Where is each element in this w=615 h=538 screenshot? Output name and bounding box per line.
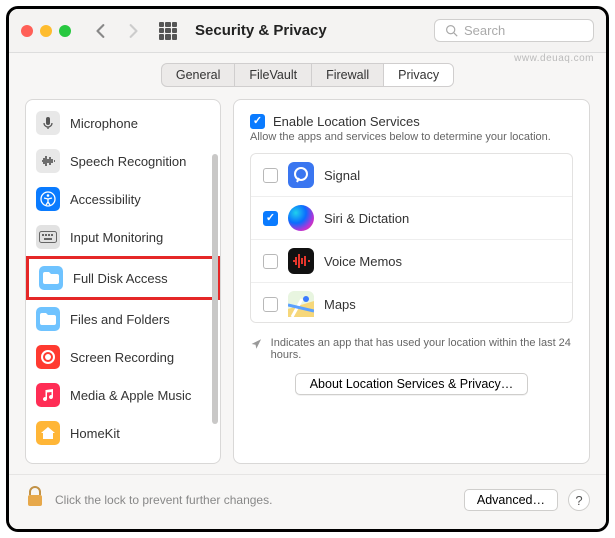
enable-location-help: Allow the apps and services below to det… bbox=[250, 131, 573, 143]
detail-pane: Enable Location Services Allow the apps … bbox=[233, 99, 590, 464]
app-icon-maps bbox=[288, 291, 314, 317]
app-list: Signal Siri & Dictation Voice Memos Maps bbox=[250, 153, 573, 323]
app-label: Signal bbox=[324, 168, 360, 183]
privacy-sidebar: Microphone Speech Recognition Accessibilit… bbox=[25, 99, 221, 464]
sidebar-item-label: Speech Recognition bbox=[70, 154, 186, 169]
enable-location-checkbox[interactable] bbox=[250, 114, 265, 129]
sidebar-scrollbar[interactable] bbox=[212, 154, 218, 424]
record-icon bbox=[36, 345, 60, 369]
sidebar-item-input[interactable]: Input Monitoring bbox=[26, 218, 220, 256]
content-area: Microphone Speech Recognition Accessibilit… bbox=[9, 99, 606, 474]
sidebar-item-label: Input Monitoring bbox=[70, 230, 163, 245]
sidebar-item-speech[interactable]: Speech Recognition bbox=[26, 142, 220, 180]
tab-privacy[interactable]: Privacy bbox=[384, 64, 453, 86]
watermark: www.deuaq.com bbox=[514, 53, 594, 64]
sidebar-item-media[interactable]: Media & Apple Music bbox=[26, 376, 220, 414]
app-checkbox-voicememos[interactable] bbox=[263, 254, 278, 269]
app-icon-signal bbox=[288, 162, 314, 188]
lock-icon[interactable] bbox=[25, 485, 45, 515]
app-icon-siri bbox=[288, 205, 314, 231]
sidebar-item-label: Full Disk Access bbox=[73, 271, 168, 286]
sidebar-item-label: Media & Apple Music bbox=[70, 388, 191, 403]
search-icon bbox=[445, 24, 458, 37]
music-icon bbox=[36, 383, 60, 407]
app-label: Siri & Dictation bbox=[324, 211, 409, 226]
search-field[interactable]: Search bbox=[434, 19, 594, 42]
back-button[interactable] bbox=[89, 19, 113, 43]
location-indicator-note: Indicates an app that has used your loca… bbox=[250, 337, 573, 361]
sidebar-item-label: Files and Folders bbox=[70, 312, 170, 327]
app-row-voicememos[interactable]: Voice Memos bbox=[251, 240, 572, 283]
sidebar-item-screenrec[interactable]: Screen Recording bbox=[26, 338, 220, 376]
tab-firewall[interactable]: Firewall bbox=[312, 64, 384, 86]
prefs-window: Security & Privacy Search www.deuaq.com … bbox=[6, 6, 609, 532]
advanced-button[interactable]: Advanced… bbox=[464, 489, 558, 511]
waveform-icon bbox=[36, 149, 60, 173]
zoom-window-button[interactable] bbox=[59, 25, 71, 37]
app-label: Maps bbox=[324, 297, 356, 312]
app-row-siri[interactable]: Siri & Dictation bbox=[251, 197, 572, 240]
sidebar-item-label: Microphone bbox=[70, 116, 138, 131]
keyboard-icon bbox=[36, 225, 60, 249]
traffic-lights bbox=[21, 25, 71, 37]
microphone-icon bbox=[36, 111, 60, 135]
sidebar-item-microphone[interactable]: Microphone bbox=[26, 104, 220, 142]
home-icon bbox=[36, 421, 60, 445]
folder-icon bbox=[39, 266, 63, 290]
app-checkbox-signal[interactable] bbox=[263, 168, 278, 183]
footer: Click the lock to prevent further change… bbox=[9, 474, 606, 529]
search-placeholder: Search bbox=[464, 23, 505, 38]
accessibility-icon bbox=[36, 187, 60, 211]
folder-icon bbox=[36, 307, 60, 331]
sidebar-item-accessibility[interactable]: Accessibility bbox=[26, 180, 220, 218]
tab-general[interactable]: General bbox=[162, 64, 235, 86]
forward-button[interactable] bbox=[121, 19, 145, 43]
sidebar-item-files[interactable]: Files and Folders bbox=[26, 300, 220, 338]
about-location-button[interactable]: About Location Services & Privacy… bbox=[295, 373, 529, 395]
sidebar-item-homekit[interactable]: HomeKit bbox=[26, 414, 220, 452]
app-label: Voice Memos bbox=[324, 254, 402, 269]
indicator-text: Indicates an app that has used your loca… bbox=[271, 337, 573, 361]
app-checkbox-siri[interactable] bbox=[263, 211, 278, 226]
lock-text: Click the lock to prevent further change… bbox=[55, 493, 454, 507]
enable-location-row[interactable]: Enable Location Services bbox=[250, 114, 573, 129]
app-icon-voicememos bbox=[288, 248, 314, 274]
minimize-window-button[interactable] bbox=[40, 25, 52, 37]
app-row-signal[interactable]: Signal bbox=[251, 154, 572, 197]
window-title: Security & Privacy bbox=[195, 22, 327, 39]
help-button[interactable]: ? bbox=[568, 489, 590, 511]
tab-filevault[interactable]: FileVault bbox=[235, 64, 312, 86]
show-all-icon[interactable] bbox=[159, 22, 177, 40]
sidebar-item-label: Screen Recording bbox=[70, 350, 174, 365]
titlebar: Security & Privacy Search bbox=[9, 9, 606, 53]
sidebar-item-label: HomeKit bbox=[70, 426, 120, 441]
close-window-button[interactable] bbox=[21, 25, 33, 37]
location-arrow-icon bbox=[250, 337, 263, 351]
enable-location-label: Enable Location Services bbox=[273, 114, 420, 129]
app-row-maps[interactable]: Maps bbox=[251, 283, 572, 323]
sidebar-item-label: Accessibility bbox=[70, 192, 141, 207]
app-checkbox-maps[interactable] bbox=[263, 297, 278, 312]
sidebar-item-fulldisk[interactable]: Full Disk Access bbox=[26, 256, 220, 300]
